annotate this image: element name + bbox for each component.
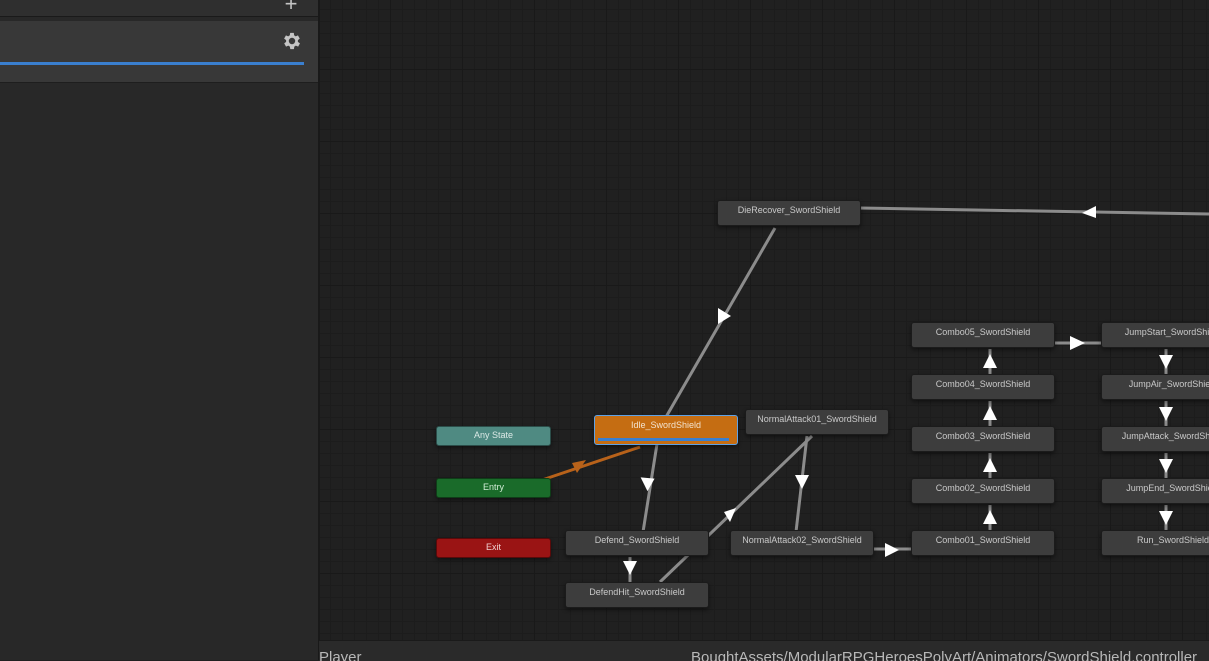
add-layer-plus-icon[interactable]: + xyxy=(281,0,301,15)
transition-arrow xyxy=(983,354,997,368)
active-layer-name: Player xyxy=(319,649,362,661)
animator-graph-canvas[interactable]: DieRecover_SwordShield Combo05_SwordShie… xyxy=(320,0,1209,640)
transition-arrow xyxy=(1082,206,1096,218)
state-defend-hit[interactable]: DefendHit_SwordShield xyxy=(565,582,709,608)
status-bar: Player BoughtAssets/ModularRPGHeroesPoly… xyxy=(319,640,1209,661)
default-transition-line xyxy=(541,445,641,482)
layer-weight-bar xyxy=(0,62,304,65)
base-layer-row[interactable] xyxy=(0,21,318,83)
transition-arrow xyxy=(1159,459,1173,473)
state-defend[interactable]: Defend_SwordShield xyxy=(565,530,709,556)
layers-panel: + xyxy=(0,0,320,660)
state-combo03[interactable]: Combo03_SwordShield xyxy=(911,426,1055,452)
controller-path: BoughtAssets/ModularRPGHeroesPolyArt/Ani… xyxy=(691,649,1198,661)
state-jump-air[interactable]: JumpAir_SwordShield xyxy=(1101,374,1209,400)
transition-arrow xyxy=(1159,407,1173,421)
state-run[interactable]: Run_SwordShield xyxy=(1101,530,1209,556)
transition-arrow xyxy=(983,458,997,472)
state-combo04[interactable]: Combo04_SwordShield xyxy=(911,374,1055,400)
transition-arrow xyxy=(795,475,809,489)
transition-line[interactable] xyxy=(641,443,659,533)
transition-arrow xyxy=(885,543,899,557)
transition-arrow xyxy=(1159,511,1173,525)
state-die-recover[interactable]: DieRecover_SwordShield xyxy=(717,200,861,226)
state-jump-start[interactable]: JumpStart_SwordShield xyxy=(1101,322,1209,348)
state-normal-attack-01[interactable]: NormalAttack01_SwordShield xyxy=(745,409,889,435)
exit-node[interactable]: Exit xyxy=(436,538,551,558)
layer-settings-gear-icon[interactable] xyxy=(281,30,303,52)
state-normal-attack-02[interactable]: NormalAttack02_SwordShield xyxy=(730,530,874,556)
state-idle-default[interactable]: Idle_SwordShield xyxy=(594,415,738,445)
transition-arrow xyxy=(1070,336,1085,350)
transition-arrow xyxy=(983,406,997,420)
state-idle-label: Idle_SwordShield xyxy=(630,420,702,430)
entry-node[interactable]: Entry xyxy=(436,478,551,498)
any-state-node[interactable]: Any State xyxy=(436,426,551,446)
transition-arrow xyxy=(640,477,655,492)
transition-arrow xyxy=(623,561,637,575)
state-combo05[interactable]: Combo05_SwordShield xyxy=(911,322,1055,348)
transition-arrow xyxy=(1159,355,1173,369)
state-progress-bar xyxy=(598,438,729,441)
state-jump-end[interactable]: JumpEnd_SwordShield xyxy=(1101,478,1209,504)
transition-line[interactable] xyxy=(658,434,814,584)
state-combo02[interactable]: Combo02_SwordShield xyxy=(911,478,1055,504)
transition-line[interactable] xyxy=(664,227,777,418)
state-combo01[interactable]: Combo01_SwordShield xyxy=(911,530,1055,556)
parameters-tab-strip: + xyxy=(0,0,318,17)
transition-line[interactable] xyxy=(859,206,1209,216)
state-jump-attack[interactable]: JumpAttack_SwordShield xyxy=(1101,426,1209,452)
transition-arrow xyxy=(983,510,997,524)
